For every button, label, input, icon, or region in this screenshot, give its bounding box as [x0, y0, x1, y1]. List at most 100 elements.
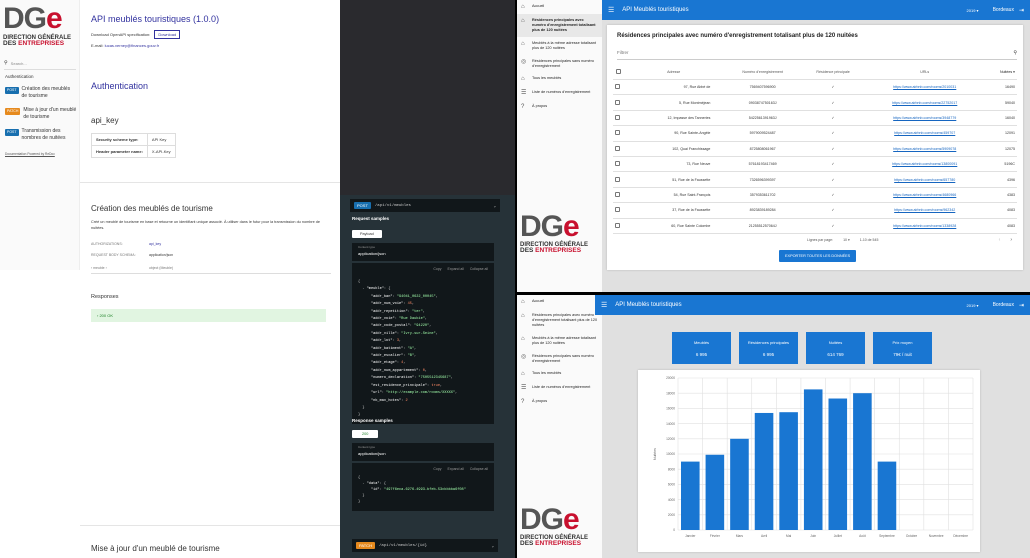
checkbox[interactable]	[615, 114, 620, 120]
checkbox[interactable]	[615, 145, 620, 151]
nav-item[interactable]: ⌂ Meublés à la même adresse totalisant pl…	[517, 37, 602, 55]
bar	[705, 454, 725, 530]
check-icon: ✓	[800, 202, 866, 219]
table-row[interactable]: 60, Rue Sainte Colombe 2125551257064J ✓ htt…	[613, 218, 1017, 234]
row-checkbox-cell[interactable]	[613, 171, 623, 188]
expand-all-button[interactable]: Expand all	[448, 267, 464, 271]
row-checkbox-cell[interactable]	[613, 187, 623, 204]
row-checkbox-cell[interactable]	[613, 218, 623, 234]
checkbox[interactable]	[615, 69, 621, 74]
checkbox[interactable]	[615, 191, 620, 197]
content-type-label: Content type	[358, 445, 376, 449]
row-checkbox-cell[interactable]	[613, 110, 623, 127]
table-row[interactable]: 54, Rue Saint-François 3579353611702 ✓ http…	[613, 187, 1017, 204]
copy-button[interactable]: Copy	[433, 267, 441, 271]
table-row[interactable]: 37, Rue de la Faussette 8923839189284 ✓ htt…	[613, 202, 1017, 219]
url-link[interactable]: https://www.airbnb.com/rooms/3948779	[865, 110, 985, 127]
nav-item[interactable]: ☰ Liste de numéros d'enregistrement	[517, 86, 602, 100]
table-row[interactable]: 73, Rue Neuve 57618193417469 ✓ https://www.…	[613, 156, 1017, 173]
meuble-row[interactable]: › meuble › object (Meuble)	[91, 266, 331, 274]
search-box[interactable]: ⚲ Search...	[4, 60, 76, 70]
download-row: Download OpenAPI specification: Download	[91, 30, 181, 39]
year-select[interactable]: 2019 ▾	[967, 303, 979, 308]
search-input[interactable]: Search...	[11, 61, 27, 66]
url-link[interactable]: https://www.airbnb.com/rooms/962342	[865, 202, 985, 219]
checkbox[interactable]	[615, 207, 620, 213]
row-checkbox-cell[interactable]	[613, 156, 623, 173]
column-header[interactable]: Résidence principale	[800, 65, 866, 80]
endpoint-bar-patch[interactable]: PATCH /api/v1/meubles/{id} ⌄	[352, 539, 498, 552]
nav-item[interactable]: ◎ Résidences principales sans numéro d'en…	[517, 350, 602, 368]
rows-per-page-select[interactable]: 10 ▾	[843, 238, 850, 242]
row-checkbox-cell[interactable]	[613, 94, 623, 111]
nav-item[interactable]: ⌂ Accueil	[517, 295, 602, 309]
year-select[interactable]: 2019 ▾	[967, 8, 979, 13]
logout-icon[interactable]: ⇥	[1019, 302, 1024, 309]
collapse-all-button[interactable]: Collapse all	[470, 467, 488, 471]
address-cell: 37, Rue de la Faussette	[623, 202, 725, 219]
checkbox[interactable]	[615, 176, 620, 182]
chevron-right-icon[interactable]: ›	[1010, 237, 1012, 243]
nav-item[interactable]: ◎ Résidences principales sans numéro d'en…	[517, 55, 602, 73]
collapse-all-button[interactable]: Collapse all	[470, 267, 488, 271]
table-row[interactable]: 51, Rue de la Faussette 7326596399397 ✓ htt…	[613, 171, 1017, 188]
row-checkbox-cell[interactable]	[613, 125, 623, 142]
column-header[interactable]: URLs	[865, 65, 985, 80]
table-row[interactable]: 12, Impasse des Tanneries 5422561391963J ✓…	[613, 110, 1017, 127]
url-link[interactable]: https://www.airbnb.com/rooms/4680966	[865, 187, 985, 204]
nav-item[interactable]: ⌂ Tous les meublés	[517, 367, 602, 381]
sidebar-item-authentication[interactable]: Authentication	[5, 74, 34, 79]
table-row[interactable]: 90, Rue Sainte-Angèle 5979009524487 ✓ https…	[613, 125, 1017, 142]
column-header[interactable]: Numéro d'enregistrement	[724, 65, 801, 80]
nav-item[interactable]: ? À propos	[517, 395, 602, 409]
url-link[interactable]: https://www.airbnb.com/rooms/459707	[865, 125, 985, 142]
response-200-row[interactable]: › 200 OK	[91, 309, 326, 322]
url-link[interactable]: https://www.airbnb.com/rooms/22752017	[865, 94, 985, 111]
checkbox[interactable]	[615, 222, 620, 228]
sidebar-item[interactable]: POST Transmission des nombres de nuitées	[5, 128, 77, 141]
url-link[interactable]: https://www.airbnb.com/rooms/2010031	[865, 79, 985, 96]
checkbox[interactable]	[615, 130, 620, 136]
row-checkbox-cell[interactable]	[613, 141, 623, 157]
select-all-checkbox[interactable]	[613, 65, 623, 80]
expand-all-button[interactable]: Expand all	[448, 467, 464, 471]
menu-icon[interactable]: ☰	[601, 301, 607, 309]
nav-item[interactable]: ⌂ Accueil	[517, 0, 602, 14]
checkbox[interactable]	[615, 161, 620, 167]
url-link[interactable]: https://www.airbnb.com/rooms/5909078	[865, 141, 985, 157]
endpoint-bar-post[interactable]: POST /api/v1/meubles ⌄	[350, 199, 500, 212]
nav-item[interactable]: ? À propos	[517, 100, 602, 114]
logout-icon[interactable]: ⇥	[1019, 7, 1024, 14]
column-header[interactable]: Adresse	[623, 65, 725, 80]
nav-item[interactable]: ⌂ Tous les meublés	[517, 72, 602, 86]
email-link[interactable]: lucas.verney@finances.gouv.fr	[105, 43, 159, 48]
column-header[interactable]: Nuitées ▾	[984, 65, 1017, 80]
filter-input[interactable]: Filtrer	[617, 50, 629, 56]
copy-button[interactable]: Copy	[433, 467, 441, 471]
url-link[interactable]: https://www.airbnb.com/rooms/1338928	[865, 218, 985, 234]
table-row[interactable]: 97, Rue Abbé de 7569407596900 ✓ https://www…	[613, 79, 1017, 96]
row-checkbox-cell[interactable]	[613, 202, 623, 219]
checkbox[interactable]	[615, 99, 620, 105]
export-button[interactable]: EXPORTER TOUTES LES DONNÉES	[779, 250, 857, 262]
row-checkbox-cell[interactable]	[613, 79, 623, 96]
table-row[interactable]: 5, Rue Montméjean 0903874750163J ✓ https://…	[613, 94, 1017, 111]
checkbox[interactable]	[615, 84, 620, 90]
tab-200[interactable]: 200	[352, 430, 379, 438]
sidebar-item[interactable]: PATCH Mise à jour d'un meublé de tourisme	[5, 107, 77, 120]
redoc-footer-link[interactable]: Documentation Powered by ReDoc	[5, 152, 55, 156]
nav-item[interactable]: ☰ Liste de numéros d'enregistrement	[517, 381, 602, 395]
nav-item[interactable]: ⌂ Meublés à la même adresse totalisant pl…	[517, 332, 602, 350]
sidebar-item[interactable]: POST Création des meublés de tourisme	[5, 86, 77, 99]
menu-icon[interactable]: ☰	[608, 6, 614, 14]
tab-payload[interactable]: Payload	[352, 230, 382, 238]
table-row[interactable]: 102, Quai Franchissage 8725808061967 ✓ http…	[613, 141, 1017, 157]
nav-item[interactable]: ⌂ Résidences principales avec numéro d'en…	[517, 309, 602, 332]
auth-value[interactable]: api_key	[149, 242, 161, 246]
url-link[interactable]: https://www.airbnb.com/rooms/657780	[865, 171, 985, 188]
filter-field[interactable]: Filtrer ⚲	[617, 50, 1017, 60]
nav-item[interactable]: ⌂ Résidences principales avec numéro d'en…	[517, 14, 602, 37]
url-link[interactable]: https://www.airbnb.com/rooms/13800091	[865, 156, 985, 173]
chevron-left-icon[interactable]: ‹	[999, 237, 1001, 243]
download-button[interactable]: Download	[154, 30, 181, 39]
